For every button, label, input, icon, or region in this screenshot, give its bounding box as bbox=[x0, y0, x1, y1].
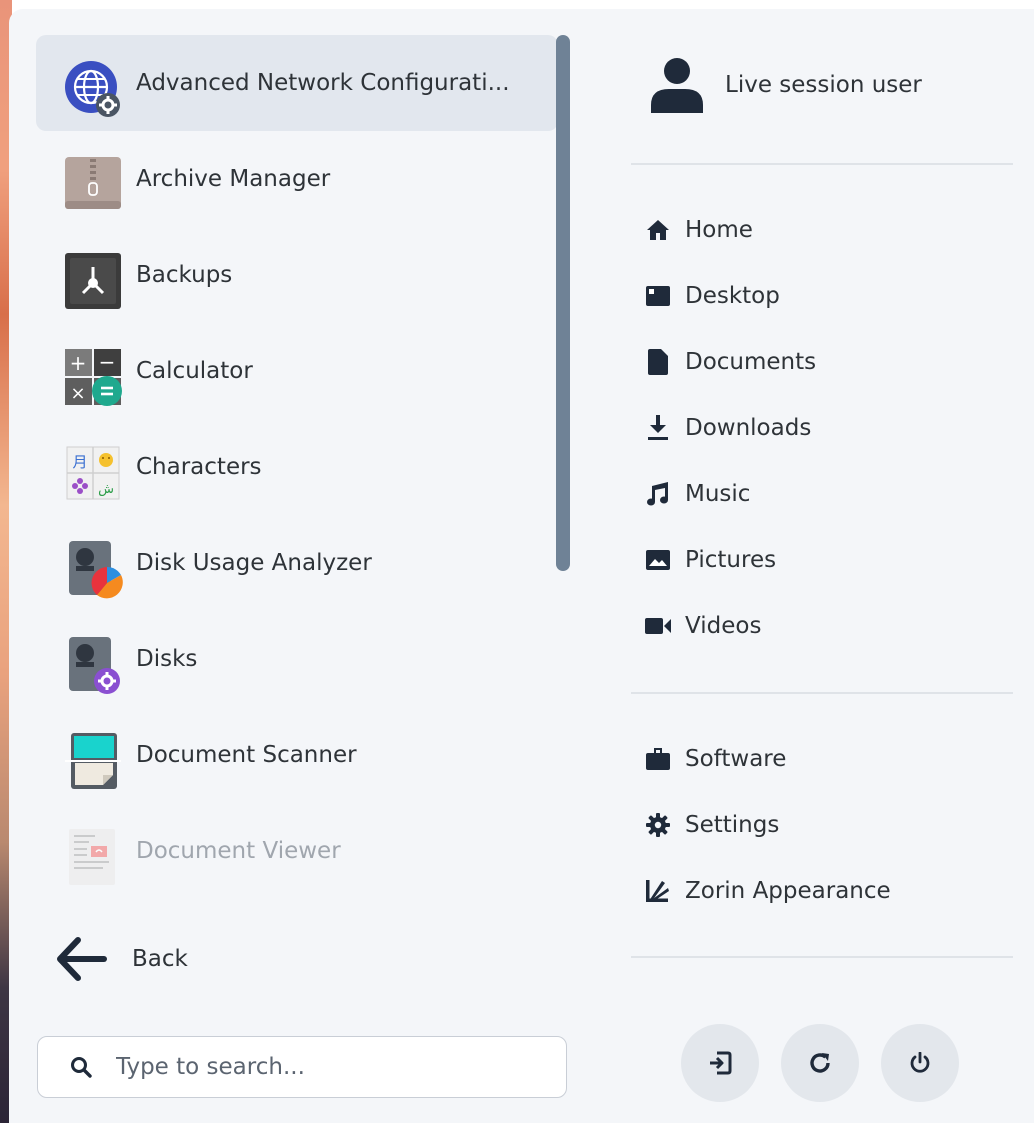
place-label: Music bbox=[685, 481, 751, 507]
disks-icon bbox=[69, 637, 120, 694]
place-label: Videos bbox=[685, 613, 762, 639]
search-icon bbox=[71, 1057, 92, 1078]
divider bbox=[631, 956, 1013, 958]
svg-text:月: 月 bbox=[72, 453, 87, 471]
restart-icon bbox=[810, 1053, 830, 1073]
svg-text:×: × bbox=[70, 383, 85, 404]
archive-manager-icon bbox=[65, 157, 121, 209]
place-label: Documents bbox=[685, 349, 817, 375]
calculator-icon: + − × bbox=[65, 349, 122, 406]
app-item-label: Disks bbox=[136, 646, 198, 672]
app-item-label: Document Scanner bbox=[136, 742, 357, 768]
app-item-archive-manager[interactable]: Archive Manager bbox=[36, 131, 558, 227]
svg-text:ش: ش bbox=[98, 482, 114, 497]
pictures-icon bbox=[643, 545, 673, 575]
place-pictures[interactable]: Pictures bbox=[643, 532, 973, 588]
app-item-label: Disk Usage Analyzer bbox=[136, 550, 372, 576]
right-panel: Live session user Home Desktop Documents bbox=[629, 9, 1034, 1123]
arrow-left-icon bbox=[57, 937, 107, 981]
system-settings[interactable]: Settings bbox=[643, 797, 973, 853]
document-scanner-icon bbox=[65, 733, 121, 789]
svg-text:+: + bbox=[70, 351, 87, 375]
svg-text:−: − bbox=[99, 350, 116, 374]
app-item-label: Document Viewer bbox=[136, 838, 341, 864]
user-name: Live session user bbox=[725, 72, 922, 98]
place-documents[interactable]: Documents bbox=[643, 334, 973, 390]
app-item-disks[interactable]: Disks bbox=[36, 611, 558, 707]
app-item-disk-usage-analyzer[interactable]: Disk Usage Analyzer bbox=[36, 515, 558, 611]
desktop-icon bbox=[643, 281, 673, 311]
document-viewer-icon bbox=[69, 829, 115, 885]
app-item-characters[interactable]: 月 ش Characters bbox=[36, 419, 558, 515]
app-item-label: Calculator bbox=[136, 358, 253, 384]
downloads-icon bbox=[643, 413, 673, 443]
place-videos[interactable]: Videos bbox=[643, 598, 973, 654]
place-label: Home bbox=[685, 217, 753, 243]
start-menu: Advanced Network Configurati... Archive … bbox=[9, 9, 1034, 1123]
app-item-calculator[interactable]: + − × Calculator bbox=[36, 323, 558, 419]
app-item-label: Characters bbox=[136, 454, 262, 480]
place-music[interactable]: Music bbox=[643, 466, 973, 522]
zorin-appearance-icon bbox=[643, 876, 673, 906]
place-label: Downloads bbox=[685, 415, 812, 441]
place-home[interactable]: Home bbox=[643, 202, 973, 258]
network-config-icon bbox=[65, 61, 120, 117]
system-software[interactable]: Software bbox=[643, 731, 973, 787]
system-zorin-appearance[interactable]: Zorin Appearance bbox=[643, 863, 973, 919]
log-out-icon bbox=[710, 1051, 732, 1075]
power-off-icon bbox=[910, 1052, 930, 1073]
settings-icon bbox=[643, 810, 673, 840]
search-input[interactable] bbox=[114, 1053, 538, 1081]
system-label: Software bbox=[685, 746, 787, 772]
music-icon bbox=[643, 479, 673, 509]
divider bbox=[631, 163, 1013, 165]
place-label: Pictures bbox=[685, 547, 777, 573]
disk-usage-analyzer-icon bbox=[69, 541, 123, 599]
app-item-label: Backups bbox=[136, 262, 233, 288]
app-item-label: Advanced Network Configurati... bbox=[136, 70, 510, 96]
app-list: Advanced Network Configurati... Archive … bbox=[9, 9, 570, 1009]
search-box[interactable] bbox=[37, 1036, 567, 1098]
backups-icon bbox=[65, 253, 121, 309]
user-avatar-icon bbox=[651, 58, 703, 113]
app-item-document-viewer[interactable]: Document Viewer bbox=[36, 803, 558, 899]
system-label: Zorin Appearance bbox=[685, 878, 891, 904]
power-off-button[interactable] bbox=[881, 1024, 959, 1102]
divider bbox=[631, 692, 1013, 694]
app-item-document-scanner[interactable]: Document Scanner bbox=[36, 707, 558, 803]
app-item-label: Archive Manager bbox=[136, 166, 331, 192]
app-item-advanced-network-configuration[interactable]: Advanced Network Configurati... bbox=[36, 35, 558, 131]
videos-icon bbox=[643, 611, 673, 641]
home-icon bbox=[643, 215, 673, 245]
characters-icon: 月 ش bbox=[66, 446, 120, 500]
software-icon bbox=[643, 744, 673, 774]
app-item-backups[interactable]: Backups bbox=[36, 227, 558, 323]
place-label: Desktop bbox=[685, 283, 780, 309]
app-list-scrollbar[interactable] bbox=[556, 35, 570, 571]
system-label: Settings bbox=[685, 812, 780, 838]
restart-button[interactable] bbox=[781, 1024, 859, 1102]
back-button[interactable]: Back bbox=[54, 924, 254, 994]
place-desktop[interactable]: Desktop bbox=[643, 268, 973, 324]
log-out-button[interactable] bbox=[681, 1024, 759, 1102]
documents-icon bbox=[643, 347, 673, 377]
place-downloads[interactable]: Downloads bbox=[643, 400, 973, 456]
back-label: Back bbox=[132, 946, 188, 972]
user-account[interactable]: Live session user bbox=[647, 45, 1007, 125]
